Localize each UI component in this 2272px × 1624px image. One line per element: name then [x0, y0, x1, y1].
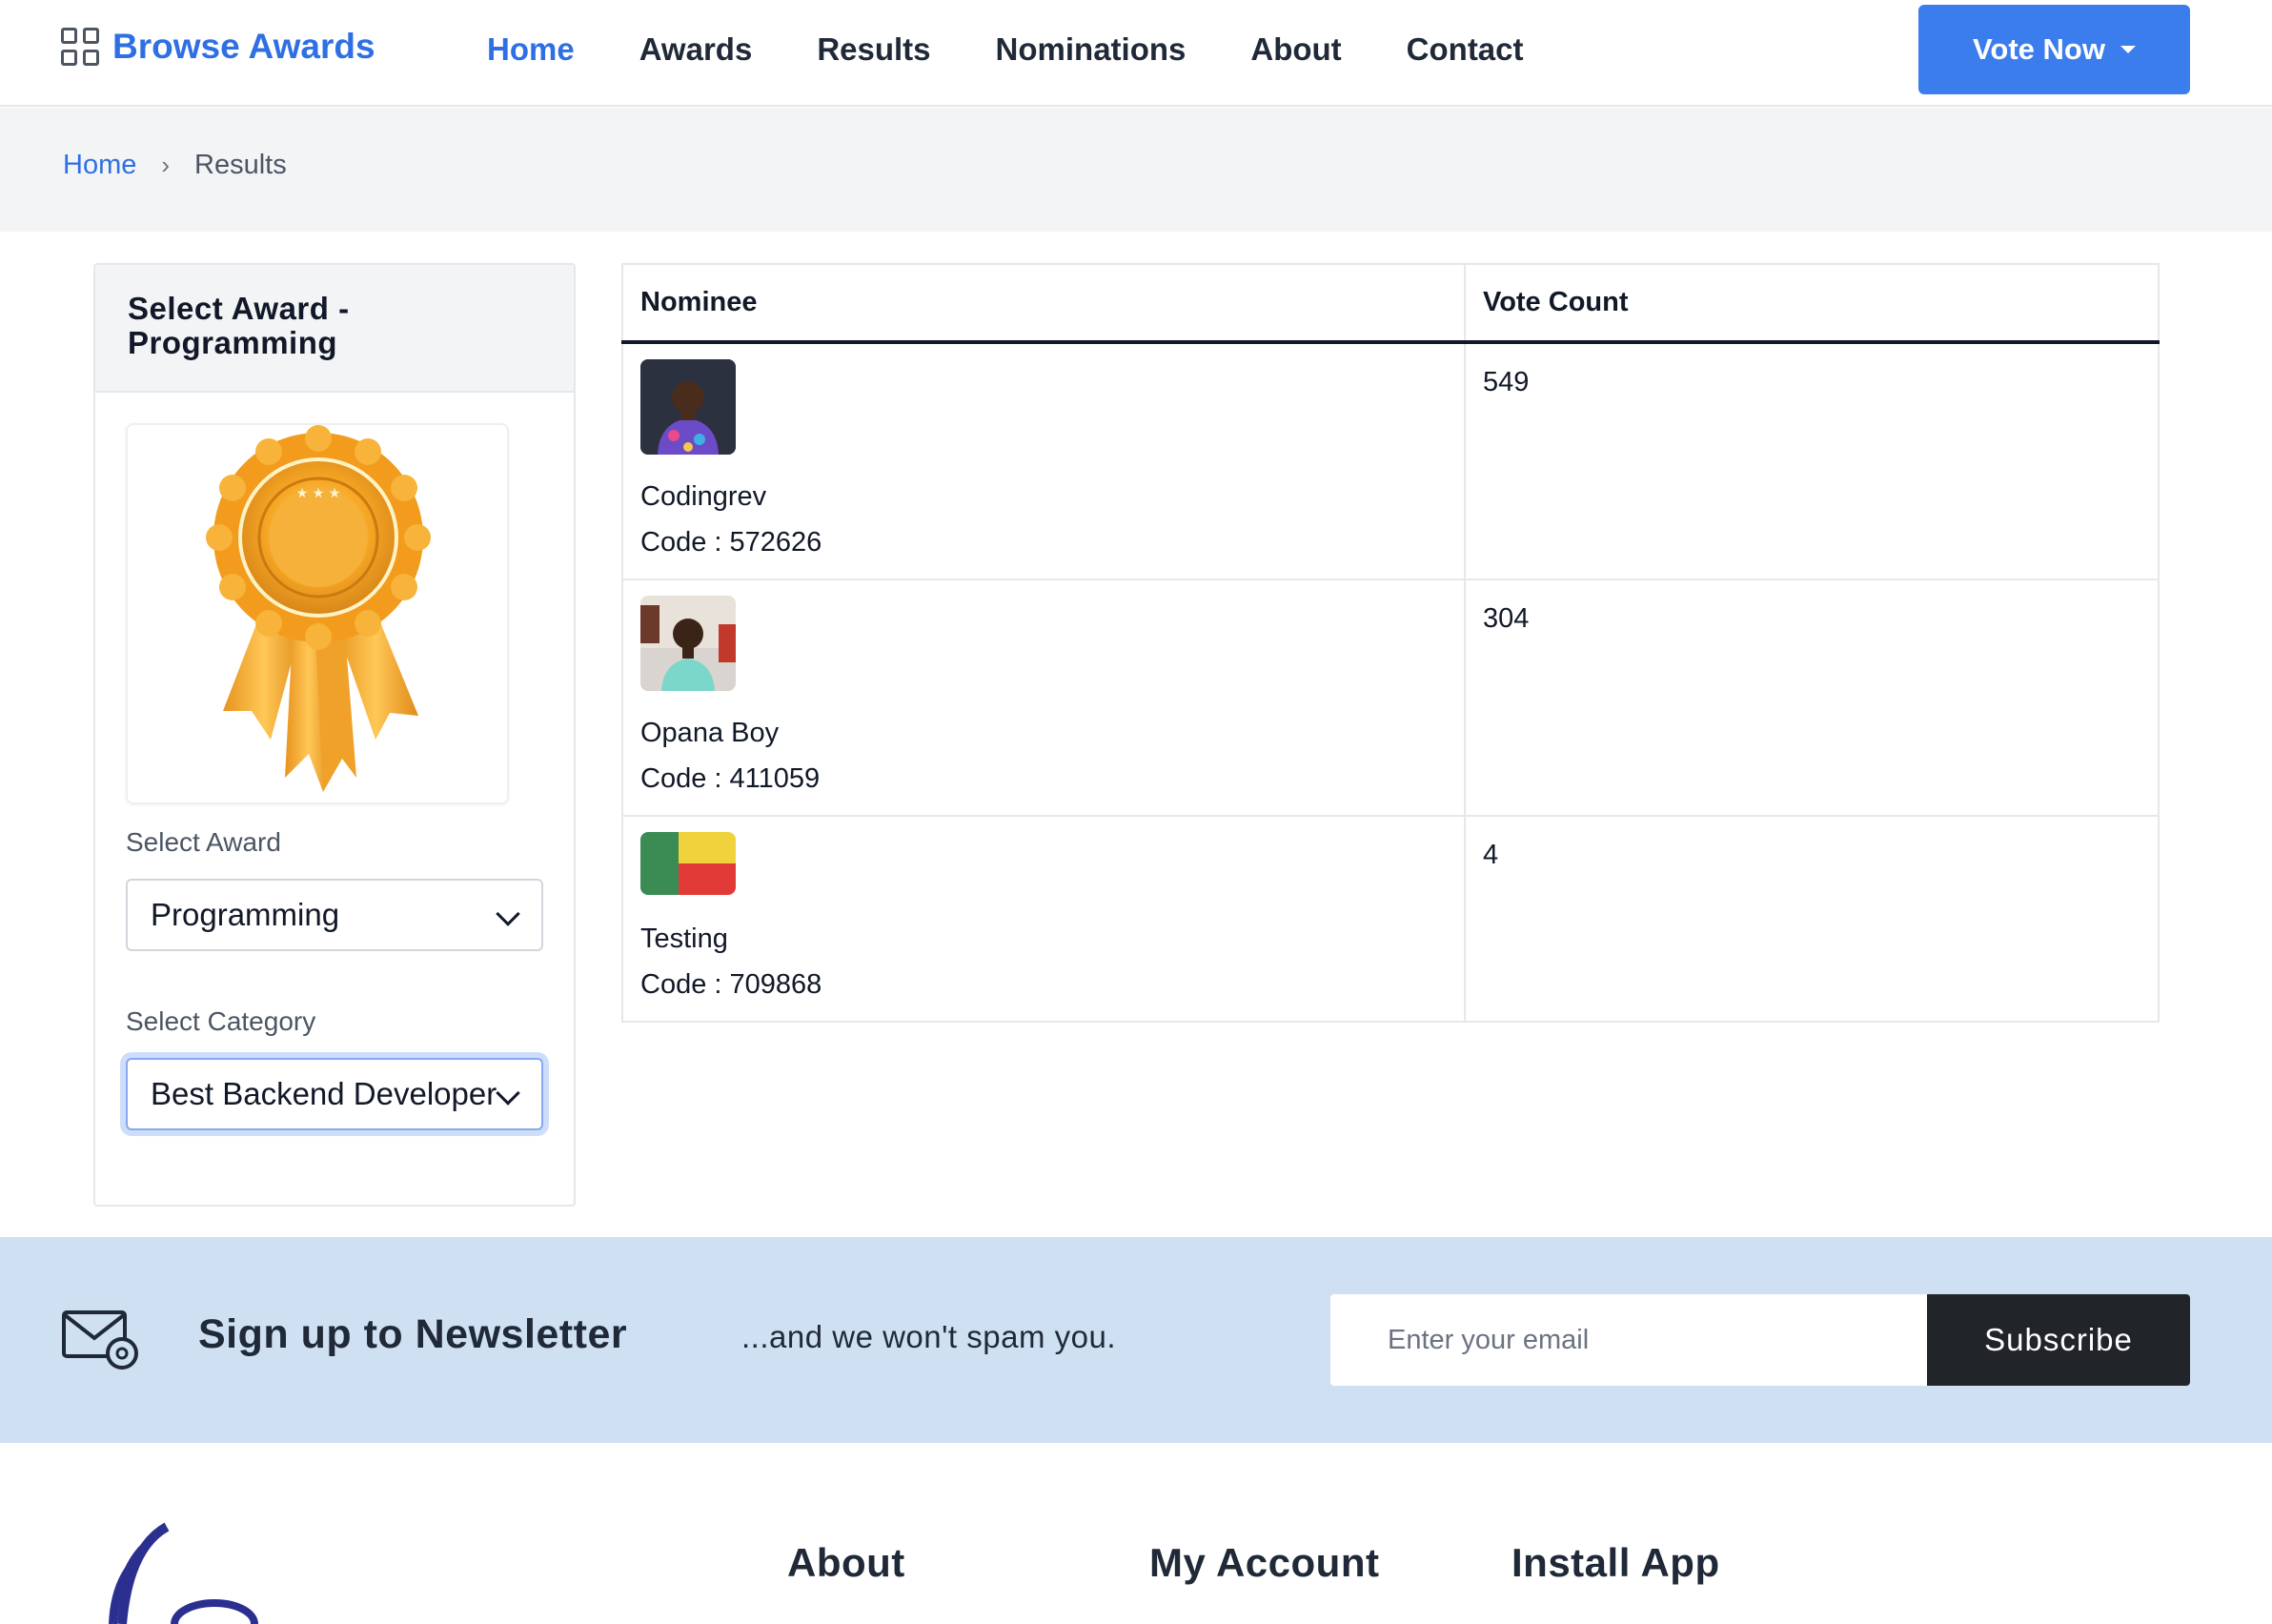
nominee-cell: Testing Code : 709868: [622, 816, 1466, 1023]
chevron-down-icon: [496, 1081, 520, 1106]
nav-contact[interactable]: Contact: [1407, 31, 1524, 68]
newsletter-subtitle: ...and we won't spam you.: [741, 1319, 1116, 1354]
vote-now-button[interactable]: Vote Now: [1918, 5, 2190, 94]
nav-awards[interactable]: Awards: [639, 31, 753, 68]
nominee-cell: Opana Boy Code : 411059: [622, 579, 1466, 817]
vote-count-cell: 549: [1465, 342, 2160, 580]
vote-count-cell: 4: [1465, 816, 2160, 1023]
breadcrumb-separator: ›: [161, 151, 171, 179]
nominee-code: Code : 572626: [640, 527, 822, 558]
newsletter-title: Sign up to Newsletter: [198, 1311, 628, 1357]
nominee-name: Opana Boy: [640, 718, 780, 748]
footer-logo: [76, 1519, 286, 1624]
award-select[interactable]: Programming: [126, 879, 543, 951]
nominee-code: Code : 411059: [640, 763, 821, 794]
breadcrumb-bar: Home › Results: [0, 108, 2272, 232]
nav-about[interactable]: About: [1250, 31, 1341, 68]
caret-down-icon: [2120, 46, 2136, 53]
navbar: Browse Awards Home Awards Results Nomina…: [0, 0, 2272, 107]
table-row: Testing Code : 709868 4: [622, 816, 2160, 1023]
award-rosette-icon: ★ ★ ★: [126, 423, 509, 804]
benin-flag-icon: [640, 832, 736, 895]
nominee-name: Testing: [640, 924, 728, 954]
envelope-at-icon: [61, 1309, 141, 1375]
nominee-name: Codingrev: [640, 481, 767, 512]
brand-name: Browse Awards: [112, 27, 375, 66]
select-award-label: Select Award: [126, 827, 281, 857]
breadcrumb: Home › Results: [63, 150, 287, 181]
vote-count-header: Vote Count: [1465, 264, 2160, 344]
nominee-photo: [640, 359, 736, 455]
email-field[interactable]: [1330, 1294, 1927, 1386]
nav-home[interactable]: Home: [487, 31, 575, 68]
newsletter-section: Sign up to Newsletter ...and we won't sp…: [0, 1237, 2272, 1443]
select-category-label: Select Category: [126, 1006, 316, 1036]
category-select[interactable]: Best Backend Developer: [126, 1058, 543, 1130]
subscribe-button[interactable]: Subscribe: [1927, 1294, 2190, 1386]
nominee-photo: [640, 596, 736, 691]
vote-count-cell: 304: [1465, 579, 2160, 817]
grid-icon: [61, 28, 99, 66]
footer-heading-about: About: [787, 1540, 905, 1585]
award-select-value: Programming: [151, 897, 340, 932]
award-selector-title: Select Award - Programming: [95, 265, 574, 393]
chevron-down-icon: [496, 902, 520, 926]
category-select-value: Best Backend Developer: [151, 1076, 497, 1111]
nav-nominations[interactable]: Nominations: [996, 31, 1187, 68]
footer-heading-my-account: My Account: [1149, 1540, 1380, 1585]
breadcrumb-current: Results: [194, 150, 287, 180]
breadcrumb-home[interactable]: Home: [63, 150, 136, 181]
award-selector-card: Select Award - Programming ★ ★ ★ Select …: [93, 263, 576, 1207]
vote-now-label: Vote Now: [1973, 32, 2105, 66]
nav-results[interactable]: Results: [817, 31, 930, 68]
main-nav: Home Awards Results Nominations About Co…: [487, 0, 1589, 99]
svg-text:★ ★ ★: ★ ★ ★: [296, 486, 341, 501]
brand[interactable]: Browse Awards: [61, 27, 375, 67]
nominee-cell: Codingrev Code : 572626: [622, 342, 1466, 580]
table-row: Opana Boy Code : 411059 304: [622, 579, 2160, 817]
table-row: Codingrev Code : 572626 549: [622, 342, 2160, 580]
table-header-row: Nominee Vote Count: [622, 264, 2160, 344]
results-table: Nominee Vote Count Codingrev Code : 5726…: [621, 263, 2160, 1023]
nominee-header: Nominee: [622, 264, 1466, 344]
nominee-code: Code : 709868: [640, 969, 822, 1000]
footer-heading-install-app: Install App: [1511, 1540, 1720, 1585]
